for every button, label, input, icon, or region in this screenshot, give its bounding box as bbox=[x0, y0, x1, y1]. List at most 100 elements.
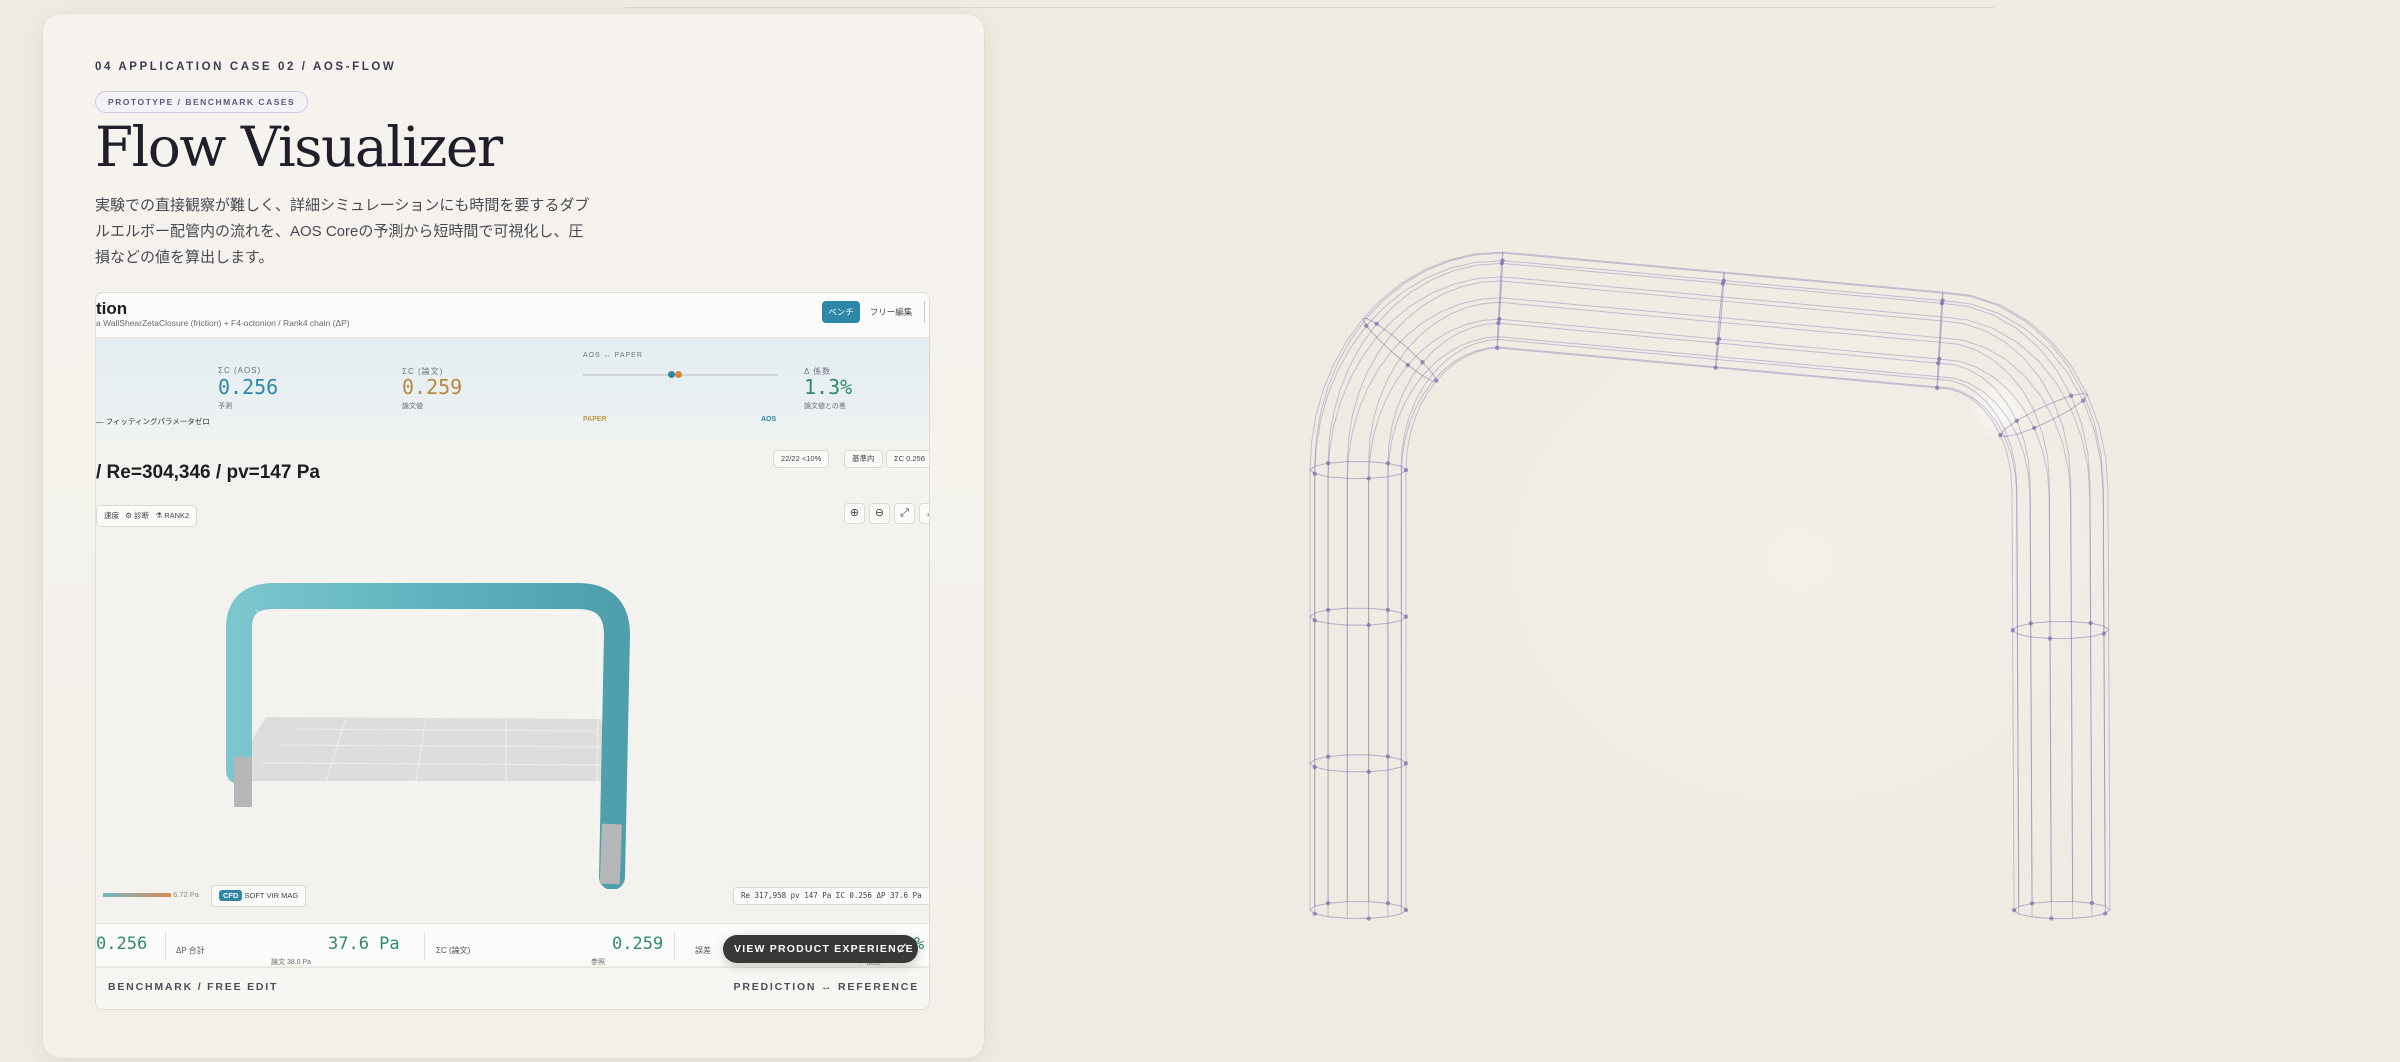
compare-right: AOS bbox=[761, 416, 777, 423]
app-title: tion bbox=[96, 299, 128, 318]
pc-sub: 参照 bbox=[591, 959, 605, 966]
aos-marker bbox=[668, 371, 675, 378]
top-divider bbox=[625, 7, 1995, 8]
wire-line bbox=[1400, 338, 2020, 907]
wire-line bbox=[1346, 297, 2074, 919]
wire-node bbox=[1385, 901, 1391, 906]
dp-value: 37.6 Pa bbox=[328, 934, 400, 954]
wire-ring bbox=[1309, 461, 1407, 479]
wire-node bbox=[1403, 614, 1409, 619]
bottom-sigma: 0.256 bbox=[96, 934, 148, 954]
diff-value: 1.3% bbox=[804, 375, 853, 399]
tag-sigma: ΣC 0.256 bbox=[886, 450, 929, 468]
aos-sub: 予測 bbox=[218, 403, 232, 410]
legend-scale: 6.72 Pa bbox=[96, 887, 206, 905]
wire-node bbox=[1325, 901, 1331, 906]
wire-node bbox=[1937, 356, 1942, 362]
wire-node bbox=[1325, 460, 1331, 466]
page-description: 実験での直接観察が難しく、詳細シミュレーションにも時間を要するダブルエルボー配管… bbox=[95, 197, 590, 266]
colorbar bbox=[103, 893, 171, 898]
wire-ring bbox=[1309, 607, 1407, 626]
wire-node bbox=[1385, 754, 1391, 759]
inlet-section bbox=[234, 757, 252, 807]
wireframe-pipe bbox=[1309, 251, 2111, 921]
wire-ring bbox=[1496, 251, 1504, 349]
wire-node bbox=[2029, 901, 2035, 906]
wire-line bbox=[1387, 322, 2033, 904]
wire-node bbox=[1403, 467, 1409, 473]
wire-node bbox=[1325, 754, 1331, 759]
diff-sub: 論文値との差 bbox=[804, 403, 846, 410]
wire-ring bbox=[2011, 621, 2110, 639]
product-screenshot[interactable]: tion a WallShearZetaClosure (friction) +… bbox=[95, 292, 930, 1010]
wire-node bbox=[1366, 622, 1371, 628]
wire-node bbox=[2080, 398, 2086, 403]
wire-node bbox=[1366, 476, 1371, 481]
wire-node bbox=[1403, 907, 1409, 913]
wire-node bbox=[1366, 769, 1371, 774]
wire-line bbox=[1368, 318, 2052, 919]
mode-bench-button[interactable]: ベンチ bbox=[822, 301, 860, 323]
wire-node bbox=[1716, 336, 1722, 342]
view-product-button[interactable]: VIEW PRODUCT EXPERIENCE ⟋ bbox=[723, 935, 918, 963]
wire-node bbox=[2014, 418, 2019, 423]
legend-max: 6.72 Pa bbox=[173, 890, 199, 899]
readout: Re 317,958 pv 147 Pa ΣC 0.256 ΔP 37.6 Pa bbox=[733, 887, 929, 905]
outlet-section bbox=[599, 823, 622, 885]
dp-label: ΔP 合計 bbox=[176, 946, 205, 955]
header-divider bbox=[924, 301, 925, 323]
mode-mag[interactable]: MAG bbox=[281, 891, 298, 900]
wire-node bbox=[1312, 618, 1317, 623]
wire-ring bbox=[1309, 901, 1407, 919]
wire-node bbox=[1936, 360, 1941, 366]
mode-free-edit-button[interactable]: フリー編集 bbox=[862, 301, 920, 323]
wire-node bbox=[1713, 365, 1718, 371]
dp-sub: 論文 38.0 Pa bbox=[271, 959, 312, 966]
wire-node bbox=[1385, 461, 1391, 466]
aos-label: ΣC (AOS) bbox=[218, 366, 262, 375]
mode-vir[interactable]: VIR bbox=[266, 891, 279, 900]
app-header: tion a WallShearZetaClosure (friction) +… bbox=[96, 293, 929, 338]
fit-label: — フィッティングパラメータゼロ bbox=[96, 417, 210, 426]
wire-node bbox=[2088, 620, 2093, 626]
category-chip: PROTOTYPE / BENCHMARK CASES bbox=[95, 91, 309, 113]
mode-cfd[interactable]: CFD bbox=[219, 890, 243, 901]
tag-pass-rate: 22/22 <10% bbox=[773, 450, 830, 468]
wire-node bbox=[1312, 911, 1317, 916]
footer-left: BENCHMARK / FREE EDIT bbox=[108, 981, 279, 993]
wire-line bbox=[1400, 346, 2020, 914]
compare-left: PAPER bbox=[583, 416, 607, 423]
wire-node bbox=[1325, 607, 1331, 613]
wire-node bbox=[1720, 281, 1725, 286]
wire-ring bbox=[2013, 901, 2111, 919]
wire-node bbox=[2028, 621, 2033, 626]
wire-line bbox=[1346, 280, 2074, 902]
compare-label: AOS ↔ PAPER bbox=[583, 352, 643, 359]
wire-node bbox=[2068, 393, 2074, 398]
wire-node bbox=[2010, 628, 2015, 633]
wire-node bbox=[1364, 323, 1369, 329]
pipe-3d-viewer[interactable] bbox=[96, 489, 930, 889]
wire-node bbox=[1998, 432, 2003, 438]
wire-node bbox=[1494, 345, 1500, 351]
floor-plane bbox=[226, 717, 621, 781]
app-subtitle: a WallShearZetaClosure (friction) + F4-o… bbox=[96, 318, 350, 328]
wire-node bbox=[2047, 636, 2053, 641]
wire-node bbox=[1420, 360, 1425, 365]
wire-line bbox=[1405, 347, 2015, 911]
wire-node bbox=[1312, 471, 1317, 476]
wire-node bbox=[1934, 385, 1940, 391]
wire-node bbox=[1366, 916, 1371, 921]
wire-ring bbox=[1715, 271, 1725, 369]
wire-line bbox=[1368, 301, 2052, 902]
wire-node bbox=[1403, 761, 1409, 766]
mode-soft[interactable]: SOFT bbox=[245, 891, 265, 900]
wire-node bbox=[1312, 764, 1317, 770]
arrow-icon: ⟋ bbox=[898, 943, 907, 955]
footer-right: PREDICTION ↔ REFERENCE bbox=[733, 981, 919, 993]
paper-value: 0.259 bbox=[402, 375, 463, 399]
pc-value: 0.259 bbox=[612, 934, 664, 954]
wire-node bbox=[1499, 261, 1504, 266]
wire-node bbox=[1434, 378, 1439, 383]
wire-line bbox=[1387, 336, 2033, 917]
